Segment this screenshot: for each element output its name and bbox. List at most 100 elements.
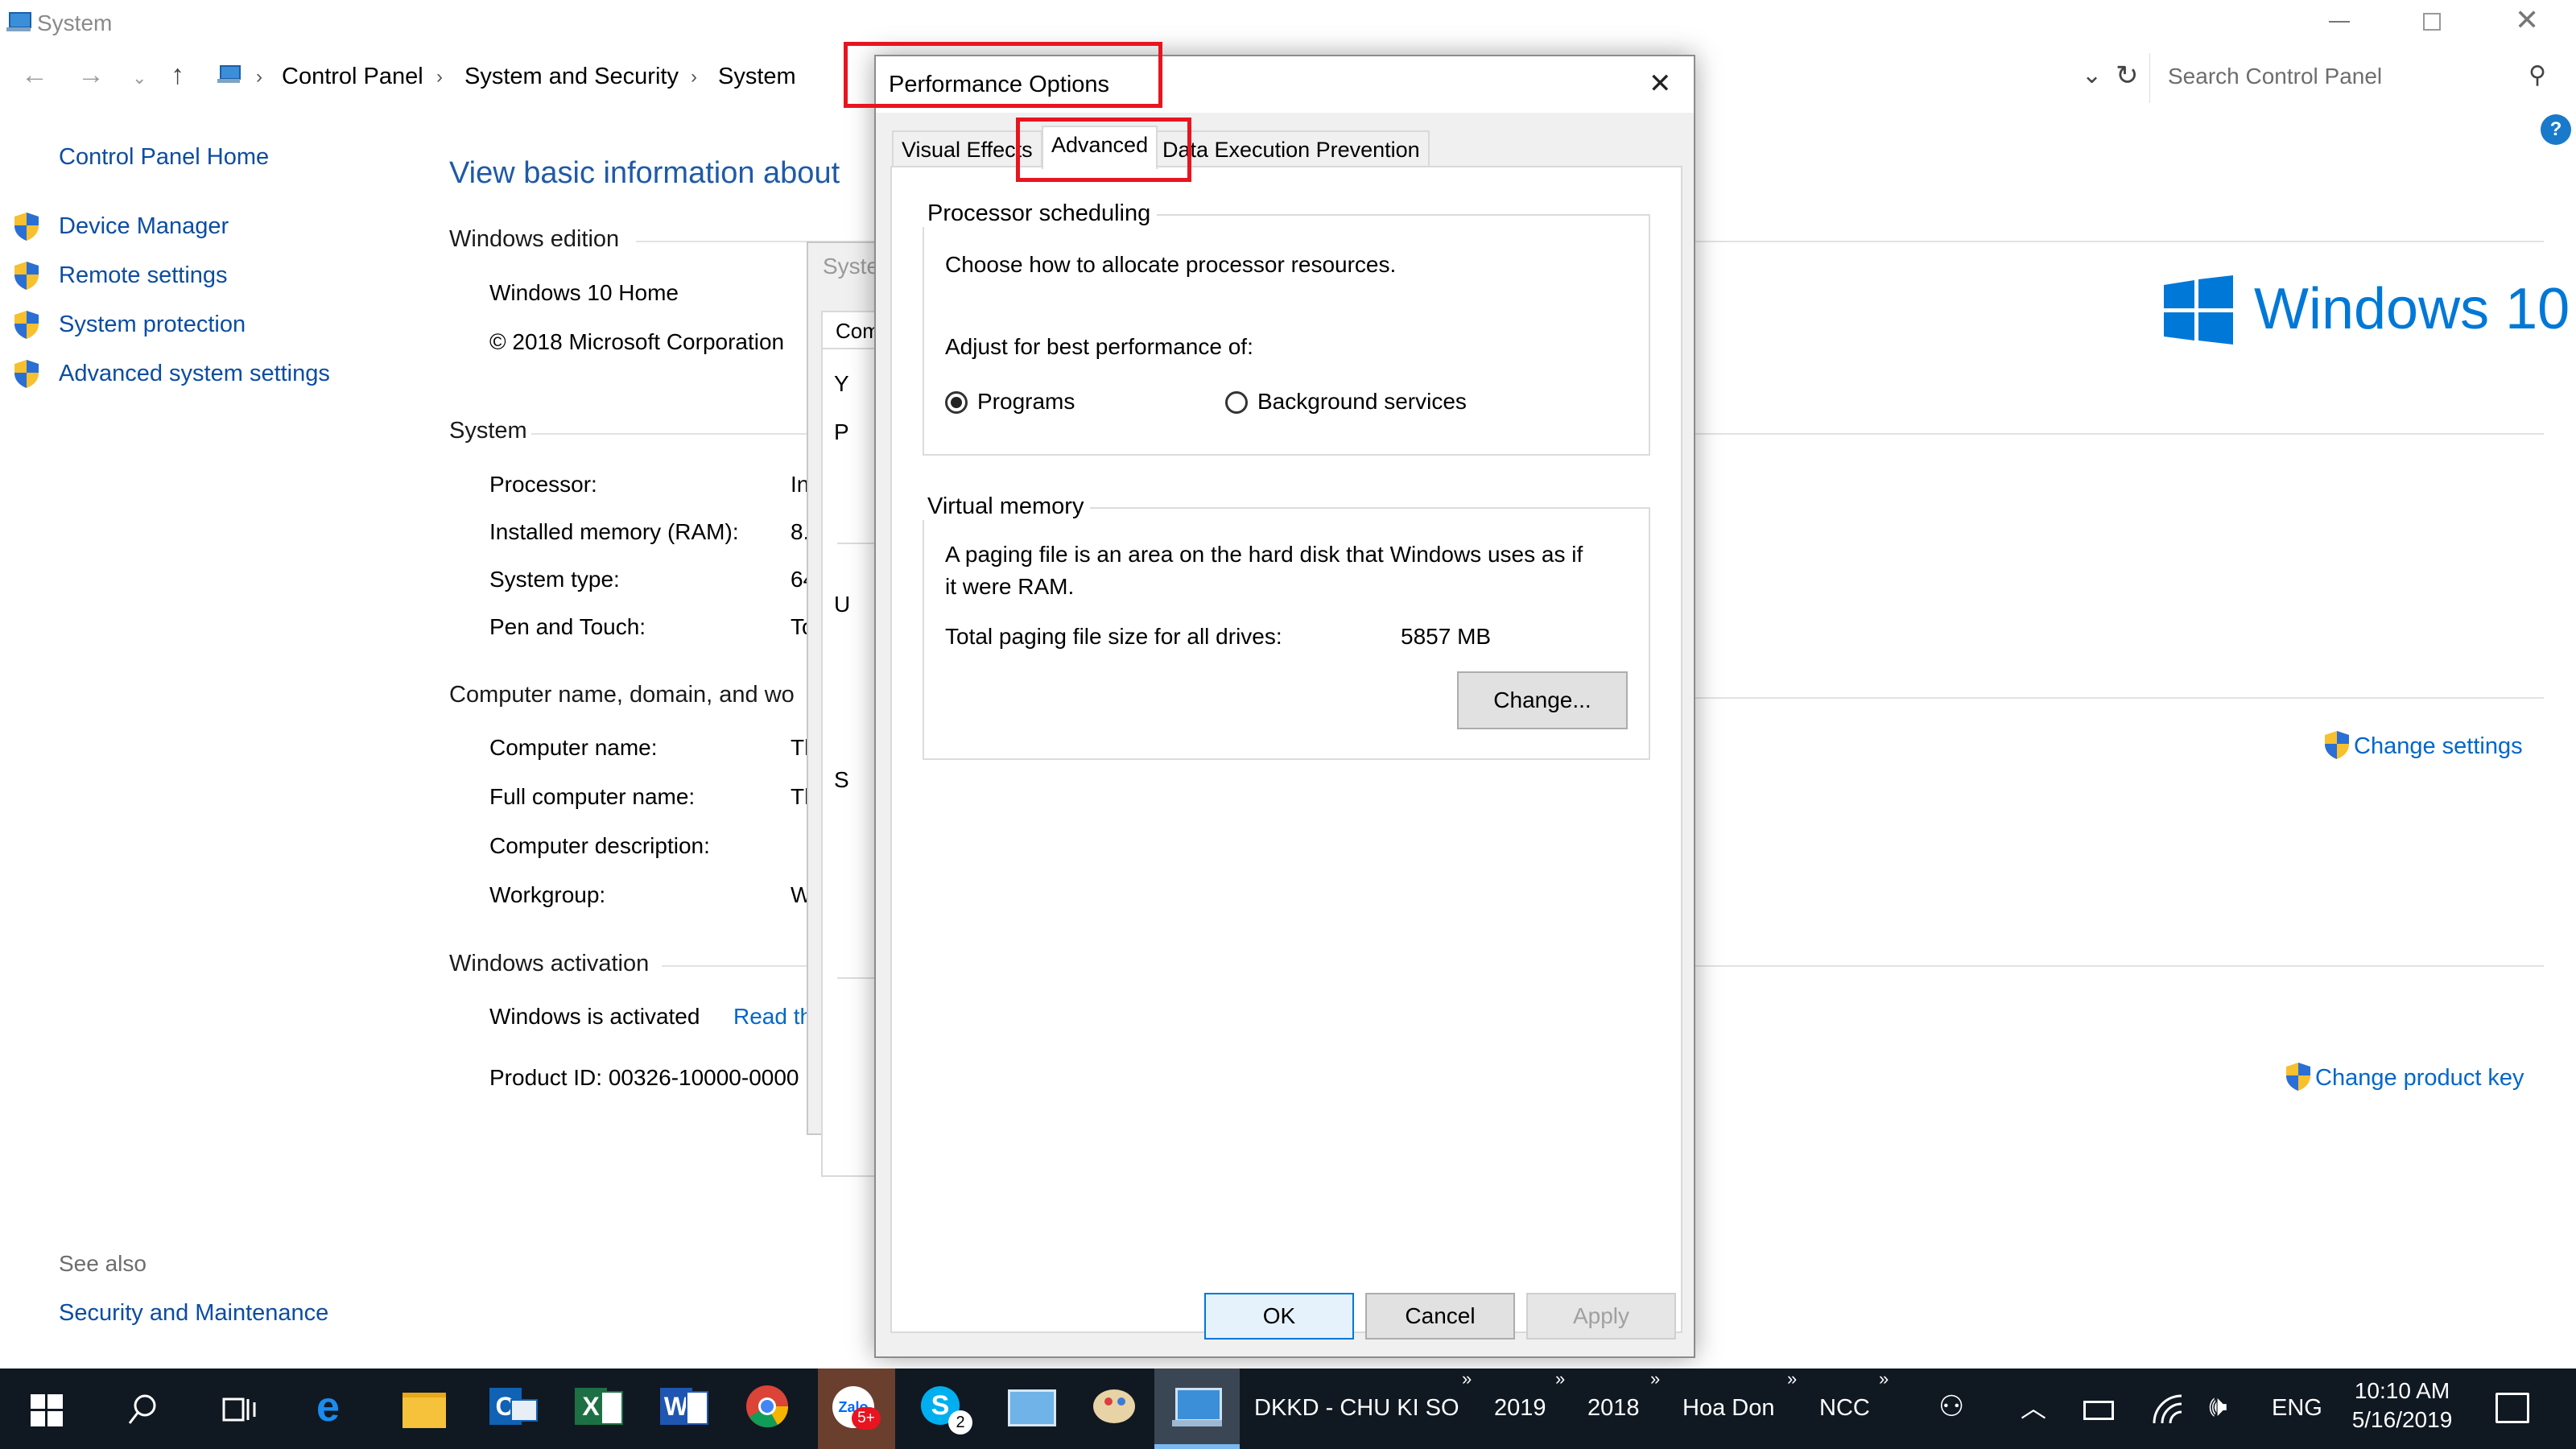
dialog-title: Syste: [823, 254, 880, 279]
wifi-icon[interactable]: [2151, 1393, 2183, 1425]
chevron-up-icon[interactable]: ︿: [2021, 1388, 2046, 1425]
excel-icon[interactable]: X: [568, 1378, 625, 1435]
window-title: System: [37, 10, 113, 35]
zalo-icon[interactable]: Zalo 5+: [828, 1378, 884, 1435]
help-icon[interactable]: ?: [2541, 114, 2571, 145]
sidebar-item-advanced-settings[interactable]: Advanced system settings: [13, 358, 330, 393]
description-label: Computer description:: [489, 833, 710, 858]
language-indicator[interactable]: ENG: [2272, 1395, 2322, 1422]
volume-icon[interactable]: 🕪: [2209, 1389, 2227, 1424]
section-windows-edition: Windows edition: [449, 226, 620, 252]
file-explorer-icon[interactable]: [396, 1378, 452, 1435]
uac-shield-icon: [14, 213, 39, 241]
up-arrow-icon[interactable]: ↑: [171, 60, 184, 91]
window-title-bar: System ✕: [0, 0, 2576, 47]
taskbar-label-ncc[interactable]: NCC: [1819, 1395, 1870, 1422]
refresh-icon[interactable]: ↻: [2116, 60, 2139, 92]
chrome-icon[interactable]: [739, 1378, 795, 1435]
advanced-tab-panel: Processor scheduling Choose how to alloc…: [890, 166, 1682, 1333]
envelope-shape: [510, 1399, 538, 1422]
edge-icon[interactable]: e: [310, 1378, 366, 1435]
start-windows-icon[interactable]: [31, 1394, 63, 1426]
toolbar-expand-icon[interactable]: »: [1787, 1368, 1797, 1389]
toolbar-expand-icon[interactable]: »: [1650, 1368, 1660, 1389]
uac-shield-icon: [14, 262, 39, 290]
restore-icon[interactable]: [2423, 13, 2441, 31]
change-settings-label: Change settings: [2354, 733, 2523, 759]
sidebar-home-link[interactable]: Control Panel Home: [59, 143, 269, 171]
minimize-icon[interactable]: [2329, 21, 2350, 23]
change-product-key-link[interactable]: Change product key: [2285, 1061, 2524, 1096]
toolbar-expand-icon[interactable]: »: [1555, 1368, 1565, 1389]
tab-data-execution-prevention[interactable]: Data Execution Prevention: [1153, 130, 1430, 167]
control-panel-icon: [217, 65, 241, 83]
radio-selected-icon: [945, 391, 968, 414]
battery-icon[interactable]: [2083, 1401, 2114, 1420]
sidebar-item-system-protection[interactable]: System protection: [13, 309, 246, 344]
skype-icon[interactable]: S 2: [916, 1378, 972, 1435]
breadcrumb-control-panel[interactable]: Control Panel: [282, 64, 423, 90]
edge-glyph: e: [316, 1384, 340, 1430]
close-icon[interactable]: ✕: [1649, 68, 1672, 100]
apply-button[interactable]: Apply: [1526, 1293, 1676, 1340]
copyright-text: © 2018 Microsoft Corporation: [489, 329, 785, 354]
vm-description-line2: it were RAM.: [945, 574, 1075, 599]
security-maintenance-link[interactable]: Security and Maintenance: [59, 1299, 328, 1327]
system-type-label: System type:: [489, 567, 620, 592]
taskbar-label-2019[interactable]: 2019: [1494, 1395, 1546, 1422]
change-button[interactable]: Change...: [1457, 671, 1628, 729]
action-center-icon[interactable]: [2496, 1393, 2529, 1423]
change-product-key-label: Change product key: [2315, 1065, 2524, 1091]
text-fragment: S: [834, 767, 849, 792]
radio-dot: [951, 397, 962, 408]
section-activation: Windows activation: [449, 951, 650, 976]
task-view-icon[interactable]: [222, 1394, 258, 1426]
notification-badge: 2: [948, 1410, 972, 1435]
word-icon[interactable]: W: [654, 1378, 710, 1435]
vm-total-value: 5857 MB: [1401, 624, 1492, 649]
control-panel-taskbar-icon[interactable]: [1001, 1378, 1058, 1435]
search-placeholder: Search Control Panel: [2168, 64, 2383, 89]
search-input[interactable]: Search Control Panel ⚲: [2149, 53, 2553, 103]
tab-advanced[interactable]: Advanced: [1042, 126, 1158, 169]
taskbar-label-hoa-don[interactable]: Hoa Don: [1682, 1395, 1774, 1422]
back-arrow-icon[interactable]: ←: [21, 60, 48, 91]
outlook-icon[interactable]: O: [483, 1378, 539, 1435]
forward-arrow-icon[interactable]: →: [77, 60, 105, 91]
breadcrumb-system[interactable]: System: [718, 64, 796, 90]
radio-unselected-icon: [1225, 391, 1248, 414]
folder-shape: [402, 1393, 446, 1428]
paint-icon[interactable]: [1087, 1378, 1143, 1435]
close-icon[interactable]: ✕: [2515, 3, 2539, 37]
tab-label: Data Execution Prevention: [1162, 138, 1420, 162]
toolbar-expand-icon[interactable]: »: [1879, 1368, 1889, 1389]
section-system: System: [449, 418, 527, 444]
taskbar-label-dkkd[interactable]: DKKD - CHU KI SO: [1254, 1395, 1459, 1422]
taskbar-label-2018[interactable]: 2018: [1587, 1395, 1640, 1422]
panel-shape: [1008, 1389, 1056, 1426]
group-title: Processor scheduling: [921, 200, 1158, 227]
processor-label: Processor:: [489, 472, 597, 497]
change-settings-link[interactable]: Change settings: [2323, 729, 2523, 764]
search-icon[interactable]: ⚲: [2529, 61, 2546, 89]
windows-10-wordmark: Windows 10: [2254, 277, 2570, 341]
chevron-down-icon[interactable]: ⌄: [2082, 61, 2102, 89]
people-icon[interactable]: ⚇: [1938, 1389, 1964, 1423]
uac-shield-icon: [14, 360, 39, 388]
system-window-taskbar-icon[interactable]: [1169, 1378, 1225, 1435]
toolbar-expand-icon[interactable]: »: [1462, 1368, 1472, 1389]
keyboard-shape: [1172, 1420, 1222, 1426]
clock[interactable]: 10:10 AM 5/16/2019: [2347, 1377, 2457, 1435]
search-icon[interactable]: [127, 1393, 159, 1428]
recent-dropdown-icon[interactable]: ⌄: [132, 68, 147, 89]
active-indicator: [1154, 1444, 1240, 1449]
breadcrumb-system-security[interactable]: System and Security: [464, 64, 679, 90]
sidebar-item-device-manager[interactable]: Device Manager: [13, 211, 229, 246]
sidebar-item-label: Remote settings: [59, 262, 228, 288]
cancel-button[interactable]: Cancel: [1365, 1293, 1515, 1340]
paint-dot: [1104, 1397, 1113, 1406]
read-license-link[interactable]: Read th: [733, 1003, 812, 1030]
windows-logo-icon: [2164, 275, 2233, 345]
sidebar-item-remote-settings[interactable]: Remote settings: [13, 260, 228, 295]
ok-button[interactable]: OK: [1204, 1293, 1354, 1340]
